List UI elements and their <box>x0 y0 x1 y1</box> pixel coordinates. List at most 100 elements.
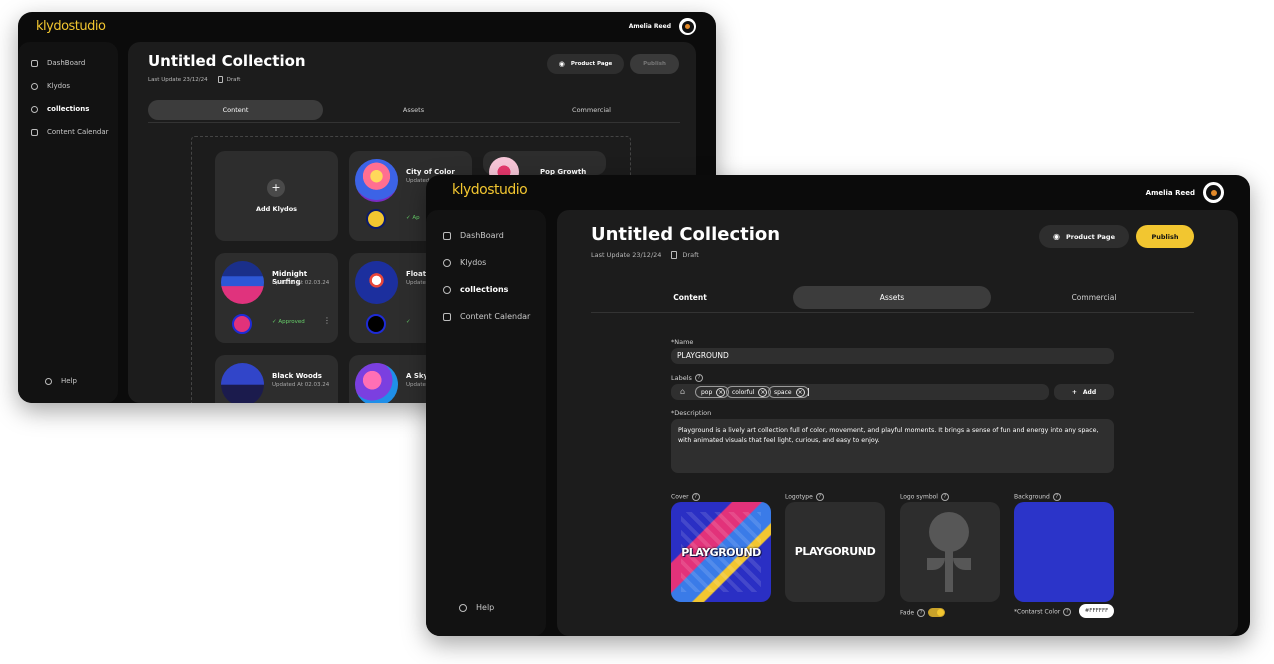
klydo-title: A Sky <box>406 372 429 380</box>
tab-assets[interactable]: Assets <box>793 286 991 309</box>
tab-bar: Content Assets Commercial <box>148 100 680 123</box>
user-menu[interactable]: Amelia Reed <box>1146 182 1224 203</box>
logo-symbol-image[interactable] <box>900 502 1000 602</box>
add-klydos-label: Add Klydos <box>255 205 298 213</box>
label-chip[interactable]: space × <box>768 386 809 398</box>
klydo-thumbnail <box>221 261 264 304</box>
remove-chip-icon[interactable]: × <box>716 387 726 397</box>
description-field[interactable]: Playground is a lively art collection fu… <box>671 419 1114 473</box>
tab-content[interactable]: Content <box>148 100 323 120</box>
sidebar-item-collections[interactable]: collections <box>31 105 89 113</box>
publish-button[interactable]: Publish <box>1136 225 1194 248</box>
collections-icon <box>443 285 451 294</box>
remove-chip-icon[interactable]: × <box>795 387 805 397</box>
home-icon <box>443 231 451 240</box>
logotype-label: Logotype? <box>785 493 824 501</box>
eye-icon: ◉ <box>558 60 565 68</box>
klydo-dial <box>366 209 386 229</box>
klydo-card[interactable]: Black Woods Updated At 02.03.24 <box>215 355 338 403</box>
remove-chip-icon[interactable]: × <box>758 387 768 397</box>
klydo-card[interactable]: Midnight Surfing Updated At 02.03.24 ✓ A… <box>215 253 338 343</box>
avatar[interactable] <box>1203 182 1224 203</box>
help-icon: ? <box>1052 493 1061 501</box>
last-update: Last Update 23/12/24 <box>591 251 662 259</box>
klydo-thumbnail <box>355 159 398 202</box>
front-window: klydostudio Amelia Reed DashBoard Klydos… <box>426 175 1250 636</box>
labels-field[interactable]: ⌂ pop × colorful × space × <box>671 384 1049 400</box>
label-chip[interactable]: colorful × <box>726 386 772 398</box>
klydo-thumbnail <box>221 363 264 403</box>
status-badge: ✓ <box>406 319 411 325</box>
tag-icon: ⌂ <box>680 387 686 396</box>
add-label-button[interactable]: + Add <box>1054 384 1114 400</box>
sidebar-item-klydos[interactable]: Klydos <box>31 82 70 90</box>
sidebar-item-collections[interactable]: collections <box>443 285 508 294</box>
labels-label: Labels? <box>671 374 703 382</box>
tab-commercial[interactable]: Commercial <box>504 100 679 120</box>
help-icon <box>45 377 52 385</box>
page-title: Untitled Collection <box>148 52 306 70</box>
page-meta: Last Update 23/12/24 Draft <box>591 251 699 259</box>
help-icon: ? <box>694 374 703 382</box>
sidebar-item-content-calendar[interactable]: Content Calendar <box>443 312 530 321</box>
page-title: Untitled Collection <box>591 224 781 245</box>
name-label: *Name <box>671 338 694 346</box>
brand-logo[interactable]: klydostudio <box>452 182 528 198</box>
help-icon: ? <box>917 609 926 617</box>
klydo-card[interactable]: Pop Growth <box>483 151 606 187</box>
eye-icon: ◉ <box>1053 232 1060 241</box>
help-link[interactable]: Help <box>45 377 77 385</box>
sidebar-item-content-calendar[interactable]: Content Calendar <box>31 128 109 136</box>
user-name: Amelia Reed <box>628 23 671 30</box>
product-page-button[interactable]: ◉ Product Page <box>547 54 624 74</box>
status-badge: ✓ Approved <box>272 319 305 325</box>
last-update: Last Update 23/12/24 <box>148 76 208 83</box>
sidebar: DashBoard Klydos collections Content Cal… <box>426 210 546 636</box>
avatar[interactable] <box>679 18 696 35</box>
klydo-title: Black Woods <box>272 372 322 380</box>
cover-image[interactable]: PLAYGROUND <box>671 502 771 602</box>
help-icon <box>459 603 467 612</box>
tab-commercial[interactable]: Commercial <box>995 286 1193 309</box>
tab-assets[interactable]: Assets <box>326 100 501 120</box>
sidebar-item-dashboard[interactable]: DashBoard <box>443 231 504 240</box>
brand-logo[interactable]: klydostudio <box>36 19 106 34</box>
sidebar-item-dashboard[interactable]: DashBoard <box>31 59 85 67</box>
cover-text: PLAYGROUND <box>681 546 761 559</box>
label-chip[interactable]: pop × <box>695 386 730 398</box>
logotype-image[interactable]: PLAYGORUND <box>785 502 885 602</box>
more-options-icon[interactable]: ⋮ <box>323 316 331 325</box>
main-panel: Untitled Collection Last Update 23/12/24… <box>557 210 1238 636</box>
klydo-thumbnail <box>355 363 398 403</box>
plus-icon: + <box>1071 388 1077 396</box>
status-label: Draft <box>226 76 241 83</box>
publish-button[interactable]: Publish <box>630 54 679 74</box>
add-klydos-card[interactable]: + Add Klydos <box>215 151 338 241</box>
calendar-icon <box>443 312 451 321</box>
sidebar-item-klydos[interactable]: Klydos <box>443 258 486 267</box>
contrast-color-field[interactable]: #FFFFFF <box>1079 604 1114 618</box>
product-page-button[interactable]: ◉ Product Page <box>1039 225 1129 248</box>
help-icon: ? <box>691 493 700 501</box>
plus-icon: + <box>267 179 285 197</box>
logotype-text: PLAYGORUND <box>794 545 876 558</box>
document-icon <box>217 76 223 83</box>
help-icon: ? <box>940 493 949 501</box>
help-link[interactable]: Help <box>459 603 494 612</box>
background-label: Background? <box>1014 493 1061 501</box>
user-menu[interactable]: Amelia Reed <box>629 18 696 35</box>
flower-icon <box>927 512 971 592</box>
fade-label: Fade? <box>900 609 926 617</box>
name-field[interactable]: PLAYGROUND <box>671 348 1114 364</box>
sidebar: DashBoard Klydos collections Content Cal… <box>18 42 118 403</box>
page-meta: Last Update 23/12/24 Draft <box>148 76 240 83</box>
klydo-dial <box>366 314 386 334</box>
background-swatch[interactable] <box>1014 502 1114 602</box>
collections-icon <box>31 105 38 113</box>
cover-label: Cover? <box>671 493 700 501</box>
user-name: Amelia Reed <box>1145 188 1195 197</box>
description-label: *Description <box>671 409 712 417</box>
fade-toggle[interactable] <box>928 608 945 617</box>
tab-content[interactable]: Content <box>591 286 789 309</box>
home-icon <box>31 59 38 67</box>
